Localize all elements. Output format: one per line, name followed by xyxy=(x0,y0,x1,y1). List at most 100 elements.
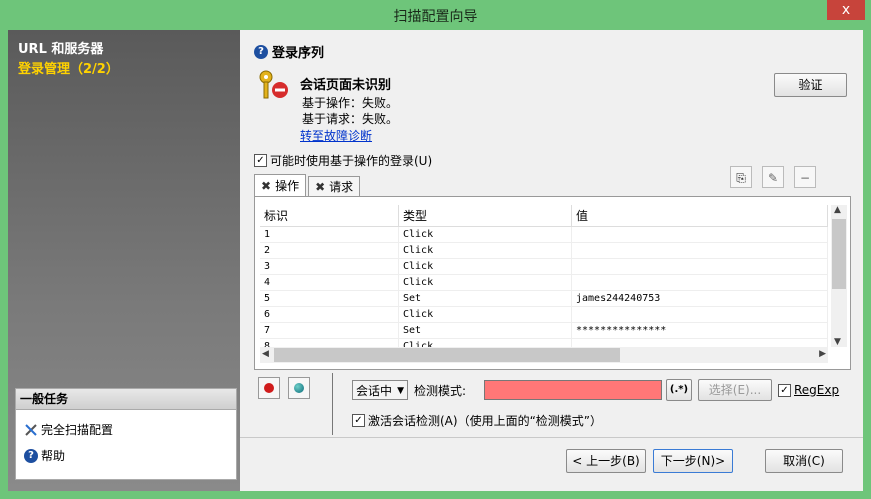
actions-panel: 标识 类型 值 1 Click 2 Click 3 Click 4 Click 5 Set… xyxy=(254,196,851,370)
status-title: 会话页面未识别 xyxy=(300,78,392,93)
cell-value xyxy=(571,226,828,243)
regexp-checkbox[interactable]: ✓ RegExp xyxy=(778,383,839,397)
status-request: 基于请求：失败。 xyxy=(302,112,399,126)
main-panel: ? 登录序列 会话页面未识别 基于操作：失败。 基于请求：失败。 转至故障诊断 … xyxy=(240,30,863,491)
globe-icon xyxy=(294,383,304,393)
cell-id: 6 xyxy=(260,306,399,323)
table-row[interactable]: 6 Click xyxy=(260,306,828,323)
cell-type: Click xyxy=(398,258,572,275)
scroll-up-icon[interactable]: ▲ xyxy=(834,205,841,215)
checkbox-label: RegExp xyxy=(794,383,840,397)
task-label: 帮助 xyxy=(41,449,66,463)
table-row[interactable]: 8 Click xyxy=(260,338,828,347)
status-action: 基于操作：失败。 xyxy=(302,96,399,110)
edit-icon[interactable]: ✎ xyxy=(762,166,784,188)
tasks-header: 一般任务 xyxy=(16,389,236,410)
horizontal-scrollbar[interactable]: ◀ ▶ xyxy=(260,347,828,363)
table-row[interactable]: 3 Click xyxy=(260,258,828,275)
table-row[interactable]: 1 Click xyxy=(260,226,828,243)
cell-type: Click xyxy=(398,274,572,291)
client-area: URL 和服务器 登录管理（2/2） 一般任务 完全扫描配置 ? 帮助 ? 登录… xyxy=(8,30,863,491)
record-icon xyxy=(264,383,274,393)
checkbox-box[interactable]: ✓ xyxy=(778,383,791,397)
detection-pattern-input[interactable] xyxy=(484,380,662,400)
cell-id: 3 xyxy=(260,258,399,275)
session-select[interactable]: 会话中 ▼ xyxy=(352,380,408,400)
cell-type: Set xyxy=(398,322,572,339)
cell-id: 5 xyxy=(260,290,399,307)
remove-icon[interactable]: − xyxy=(794,166,816,188)
table-row[interactable]: 7 Set *************** xyxy=(260,322,828,339)
cell-id: 7 xyxy=(260,322,399,339)
cell-value: *************** xyxy=(571,322,828,339)
table-row[interactable]: 4 Click xyxy=(260,274,828,291)
prev-button[interactable]: < 上一步(B) xyxy=(566,449,646,473)
verify-button[interactable]: 验证 xyxy=(774,73,847,97)
cancel-button[interactable]: 取消(C) xyxy=(765,449,843,473)
window-title: 扫描配置向导 xyxy=(393,9,478,25)
browser-button[interactable] xyxy=(288,377,310,399)
regex-builder-button[interactable]: (.*) xyxy=(666,379,692,401)
task-full-scan-config[interactable]: 完全扫描配置 xyxy=(24,421,113,438)
tab-label: 请求 xyxy=(329,180,354,194)
section-title-text: 登录序列 xyxy=(272,46,325,61)
vertical-scrollbar[interactable]: ▲ ▼ xyxy=(831,205,847,347)
help-icon: ? xyxy=(254,44,268,59)
close-tab-icon: ✖ xyxy=(315,180,326,194)
cell-type: Click xyxy=(398,226,572,243)
checkbox-box[interactable]: ✓ xyxy=(254,154,267,167)
section-title: ? 登录序列 xyxy=(254,42,324,61)
separator xyxy=(240,437,863,438)
column-header-type[interactable]: 类型 xyxy=(398,205,572,227)
scroll-right-icon[interactable]: ▶ xyxy=(819,349,826,359)
use-action-login-checkbox[interactable]: ✓ 可能时使用基于操作的登录(U) xyxy=(254,152,432,169)
table-row[interactable]: 2 Click xyxy=(260,242,828,259)
tab-actions[interactable]: ✖ 操作 xyxy=(254,174,307,197)
session-select-value: 会话中 xyxy=(356,384,393,398)
vertical-scroll-thumb[interactable] xyxy=(832,219,846,289)
scroll-left-icon[interactable]: ◀ xyxy=(262,349,269,359)
checkbox-label: 可能时使用基于操作的登录(U) xyxy=(270,154,433,168)
divider xyxy=(332,373,333,435)
cell-value xyxy=(571,338,828,347)
cell-id: 1 xyxy=(260,226,399,243)
tab-requests[interactable]: ✖ 请求 xyxy=(308,176,361,197)
close-button[interactable]: x xyxy=(827,0,865,20)
tab-label: 操作 xyxy=(275,179,300,193)
cell-id: 8 xyxy=(260,338,399,347)
cell-type: Click xyxy=(398,306,572,323)
scan-wizard-window: 扫描配置向导 x URL 和服务器 登录管理（2/2） 一般任务 完全扫描配置 … xyxy=(0,0,871,499)
cell-type: Set xyxy=(398,290,572,307)
task-help[interactable]: ? 帮助 xyxy=(24,447,65,464)
cell-id: 4 xyxy=(260,274,399,291)
close-tab-icon: ✖ xyxy=(261,179,272,193)
sidebar: URL 和服务器 登录管理（2/2） 一般任务 完全扫描配置 ? 帮助 xyxy=(8,30,240,491)
table-toolbar: ⎘ ✎ − xyxy=(730,166,816,188)
cell-id: 2 xyxy=(260,242,399,259)
sidebar-subtitle: 登录管理（2/2） xyxy=(18,62,119,77)
record-replay-icon[interactable]: ⎘ xyxy=(730,166,752,188)
horizontal-scroll-thumb[interactable] xyxy=(274,348,620,362)
choose-button[interactable]: 选择(E)... xyxy=(698,379,772,401)
title-bar: 扫描配置向导 x xyxy=(0,0,871,30)
checkbox-box[interactable]: ✓ xyxy=(352,414,365,427)
cell-value xyxy=(571,258,828,275)
activate-session-detection-checkbox[interactable]: ✓ 激活会话检测(A)（使用上面的“检测模式”） xyxy=(352,412,602,429)
table-row[interactable]: 5 Set james244240753 xyxy=(260,290,828,307)
chevron-down-icon: ▼ xyxy=(397,386,404,396)
record-button[interactable] xyxy=(258,377,280,399)
cell-value xyxy=(571,242,828,259)
troubleshoot-link[interactable]: 转至故障诊断 xyxy=(300,127,372,144)
column-header-id[interactable]: 标识 xyxy=(260,205,399,227)
cell-value: james244240753 xyxy=(571,290,828,307)
checkbox-label: 激活会话检测(A)（使用上面的“检测模式”） xyxy=(368,414,603,428)
pattern-label: 检测模式: xyxy=(414,384,467,398)
general-tasks-panel: 一般任务 完全扫描配置 ? 帮助 xyxy=(15,388,237,480)
key-error-icon xyxy=(259,70,288,99)
actions-grid[interactable]: 标识 类型 值 1 Click 2 Click 3 Click 4 Click 5 Set… xyxy=(260,205,828,347)
column-header-value[interactable]: 值 xyxy=(571,205,828,227)
scroll-down-icon[interactable]: ▼ xyxy=(834,337,841,347)
sidebar-title: URL 和服务器 xyxy=(18,42,104,57)
task-label: 完全扫描配置 xyxy=(41,423,114,437)
next-button[interactable]: 下一步(N)> xyxy=(653,449,733,473)
